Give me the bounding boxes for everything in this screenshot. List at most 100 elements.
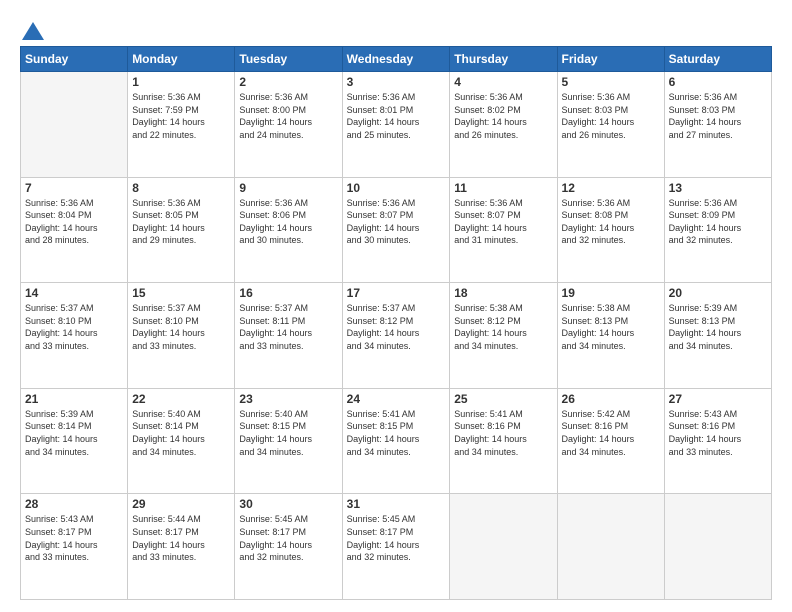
day-info: Sunrise: 5:36 AM Sunset: 8:09 PM Dayligh…	[669, 197, 767, 247]
calendar-cell: 28Sunrise: 5:43 AM Sunset: 8:17 PM Dayli…	[21, 494, 128, 600]
day-info: Sunrise: 5:37 AM Sunset: 8:10 PM Dayligh…	[132, 302, 230, 352]
day-number: 24	[347, 392, 446, 406]
day-header-friday: Friday	[557, 47, 664, 72]
day-header-thursday: Thursday	[450, 47, 557, 72]
day-number: 3	[347, 75, 446, 89]
day-number: 16	[239, 286, 337, 300]
calendar-cell: 20 Sunrise: 5:39 AM Sunset: 8:13 PM Dayli…	[664, 283, 771, 389]
day-info: Sunrise: 5:36 AM Sunset: 8:03 PM Dayligh…	[562, 91, 660, 141]
week-row-4: 21Sunrise: 5:39 AM Sunset: 8:14 PM Dayli…	[21, 388, 772, 494]
day-info: Sunrise: 5:40 AM Sunset: 8:15 PM Dayligh…	[239, 408, 337, 458]
calendar-cell: 25 Sunrise: 5:41 AM Sunset: 8:16 PM Dayli…	[450, 388, 557, 494]
day-info: Sunrise: 5:37 AM Sunset: 8:12 PM Dayligh…	[347, 302, 446, 352]
calendar-cell: 24 Sunrise: 5:41 AM Sunset: 8:15 PM Dayli…	[342, 388, 450, 494]
day-info: Sunrise: 5:40 AM Sunset: 8:14 PM Dayligh…	[132, 408, 230, 458]
day-number: 25	[454, 392, 552, 406]
day-number: 11	[454, 181, 552, 195]
day-info: Sunrise: 5:39 AM Sunset: 8:13 PM Dayligh…	[669, 302, 767, 352]
day-info: Sunrise: 5:36 AM Sunset: 8:08 PM Dayligh…	[562, 197, 660, 247]
day-number: 9	[239, 181, 337, 195]
week-row-1: 1 Sunrise: 5:36 AM Sunset: 7:59 PM Daylig…	[21, 72, 772, 178]
day-info: Sunrise: 5:39 AM Sunset: 8:14 PM Dayligh…	[25, 408, 123, 458]
logo	[20, 22, 44, 40]
calendar-cell	[664, 494, 771, 600]
calendar-cell: 2 Sunrise: 5:36 AM Sunset: 8:00 PM Daylig…	[235, 72, 342, 178]
day-info: Sunrise: 5:36 AM Sunset: 8:07 PM Dayligh…	[347, 197, 446, 247]
day-number: 22	[132, 392, 230, 406]
day-info: Sunrise: 5:43 AM Sunset: 8:17 PM Dayligh…	[25, 513, 123, 563]
day-number: 12	[562, 181, 660, 195]
day-info: Sunrise: 5:44 AM Sunset: 8:17 PM Dayligh…	[132, 513, 230, 563]
calendar-cell: 9 Sunrise: 5:36 AM Sunset: 8:06 PM Daylig…	[235, 177, 342, 283]
day-number: 4	[454, 75, 552, 89]
calendar-cell: 15 Sunrise: 5:37 AM Sunset: 8:10 PM Dayli…	[128, 283, 235, 389]
day-info: Sunrise: 5:36 AM Sunset: 8:04 PM Dayligh…	[25, 197, 123, 247]
day-info: Sunrise: 5:36 AM Sunset: 8:03 PM Dayligh…	[669, 91, 767, 141]
day-number: 14	[25, 286, 123, 300]
calendar-cell: 6 Sunrise: 5:36 AM Sunset: 8:03 PM Daylig…	[664, 72, 771, 178]
day-number: 18	[454, 286, 552, 300]
day-info: Sunrise: 5:38 AM Sunset: 8:12 PM Dayligh…	[454, 302, 552, 352]
day-number: 20	[669, 286, 767, 300]
day-info: Sunrise: 5:36 AM Sunset: 7:59 PM Dayligh…	[132, 91, 230, 141]
calendar-cell: 10Sunrise: 5:36 AM Sunset: 8:07 PM Dayli…	[342, 177, 450, 283]
day-number: 2	[239, 75, 337, 89]
day-number: 30	[239, 497, 337, 511]
calendar-cell	[557, 494, 664, 600]
day-number: 29	[132, 497, 230, 511]
day-info: Sunrise: 5:45 AM Sunset: 8:17 PM Dayligh…	[347, 513, 446, 563]
header-row: SundayMondayTuesdayWednesdayThursdayFrid…	[21, 47, 772, 72]
day-header-monday: Monday	[128, 47, 235, 72]
calendar: SundayMondayTuesdayWednesdayThursdayFrid…	[20, 46, 772, 600]
day-info: Sunrise: 5:37 AM Sunset: 8:11 PM Dayligh…	[239, 302, 337, 352]
calendar-cell: 8 Sunrise: 5:36 AM Sunset: 8:05 PM Daylig…	[128, 177, 235, 283]
day-number: 23	[239, 392, 337, 406]
day-info: Sunrise: 5:36 AM Sunset: 8:07 PM Dayligh…	[454, 197, 552, 247]
day-info: Sunrise: 5:42 AM Sunset: 8:16 PM Dayligh…	[562, 408, 660, 458]
calendar-cell: 12 Sunrise: 5:36 AM Sunset: 8:08 PM Dayli…	[557, 177, 664, 283]
calendar-cell: 29 Sunrise: 5:44 AM Sunset: 8:17 PM Dayli…	[128, 494, 235, 600]
day-number: 5	[562, 75, 660, 89]
day-number: 7	[25, 181, 123, 195]
day-header-saturday: Saturday	[664, 47, 771, 72]
day-number: 6	[669, 75, 767, 89]
day-info: Sunrise: 5:38 AM Sunset: 8:13 PM Dayligh…	[562, 302, 660, 352]
day-number: 26	[562, 392, 660, 406]
day-info: Sunrise: 5:36 AM Sunset: 8:06 PM Dayligh…	[239, 197, 337, 247]
calendar-cell: 17Sunrise: 5:37 AM Sunset: 8:12 PM Dayli…	[342, 283, 450, 389]
day-info: Sunrise: 5:36 AM Sunset: 8:00 PM Dayligh…	[239, 91, 337, 141]
day-info: Sunrise: 5:43 AM Sunset: 8:16 PM Dayligh…	[669, 408, 767, 458]
day-number: 13	[669, 181, 767, 195]
page: SundayMondayTuesdayWednesdayThursdayFrid…	[0, 0, 792, 612]
day-number: 8	[132, 181, 230, 195]
day-info: Sunrise: 5:41 AM Sunset: 8:15 PM Dayligh…	[347, 408, 446, 458]
day-header-sunday: Sunday	[21, 47, 128, 72]
calendar-cell: 22 Sunrise: 5:40 AM Sunset: 8:14 PM Dayli…	[128, 388, 235, 494]
day-info: Sunrise: 5:41 AM Sunset: 8:16 PM Dayligh…	[454, 408, 552, 458]
calendar-header: SundayMondayTuesdayWednesdayThursdayFrid…	[21, 47, 772, 72]
calendar-cell: 30Sunrise: 5:45 AM Sunset: 8:17 PM Dayli…	[235, 494, 342, 600]
calendar-cell: 27 Sunrise: 5:43 AM Sunset: 8:16 PM Dayli…	[664, 388, 771, 494]
week-row-3: 14 Sunrise: 5:37 AM Sunset: 8:10 PM Dayli…	[21, 283, 772, 389]
calendar-body: 1 Sunrise: 5:36 AM Sunset: 7:59 PM Daylig…	[21, 72, 772, 600]
day-info: Sunrise: 5:36 AM Sunset: 8:02 PM Dayligh…	[454, 91, 552, 141]
calendar-cell: 3Sunrise: 5:36 AM Sunset: 8:01 PM Daylig…	[342, 72, 450, 178]
day-header-wednesday: Wednesday	[342, 47, 450, 72]
calendar-cell: 5 Sunrise: 5:36 AM Sunset: 8:03 PM Daylig…	[557, 72, 664, 178]
day-info: Sunrise: 5:37 AM Sunset: 8:10 PM Dayligh…	[25, 302, 123, 352]
day-info: Sunrise: 5:36 AM Sunset: 8:05 PM Dayligh…	[132, 197, 230, 247]
calendar-cell: 19Sunrise: 5:38 AM Sunset: 8:13 PM Dayli…	[557, 283, 664, 389]
day-number: 15	[132, 286, 230, 300]
calendar-cell: 23 Sunrise: 5:40 AM Sunset: 8:15 PM Dayli…	[235, 388, 342, 494]
logo-icon	[22, 22, 44, 40]
day-number: 31	[347, 497, 446, 511]
calendar-cell: 18 Sunrise: 5:38 AM Sunset: 8:12 PM Dayli…	[450, 283, 557, 389]
day-number: 27	[669, 392, 767, 406]
calendar-cell: 7 Sunrise: 5:36 AM Sunset: 8:04 PM Daylig…	[21, 177, 128, 283]
calendar-cell: 13 Sunrise: 5:36 AM Sunset: 8:09 PM Dayli…	[664, 177, 771, 283]
calendar-cell: 4 Sunrise: 5:36 AM Sunset: 8:02 PM Daylig…	[450, 72, 557, 178]
calendar-cell: 21Sunrise: 5:39 AM Sunset: 8:14 PM Dayli…	[21, 388, 128, 494]
logo-text	[20, 22, 44, 40]
calendar-cell: 26 Sunrise: 5:42 AM Sunset: 8:16 PM Dayli…	[557, 388, 664, 494]
day-number: 1	[132, 75, 230, 89]
